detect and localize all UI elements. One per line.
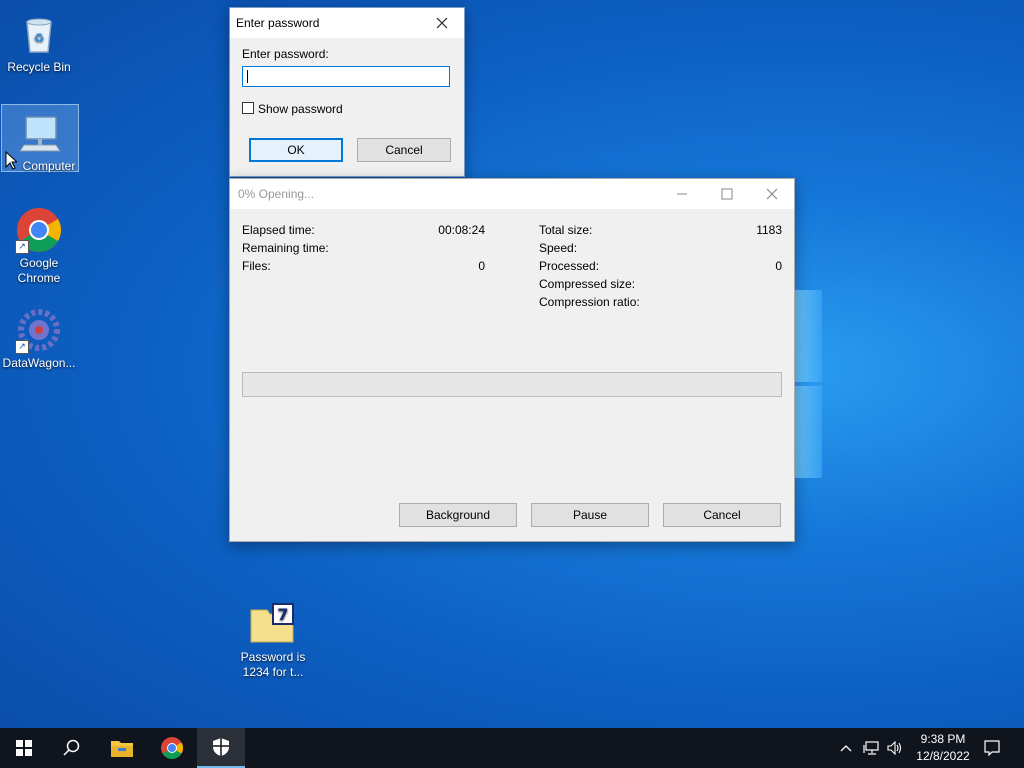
speed-label: Speed: (539, 241, 578, 255)
clock-time: 9:38 PM (920, 732, 966, 746)
chevron-up-icon (840, 745, 852, 752)
background-button[interactable]: Background (399, 503, 517, 527)
elapsed-time-label: Elapsed time: (242, 223, 315, 237)
total-size-value: 1183 (756, 223, 782, 237)
close-button[interactable] (749, 179, 794, 209)
mouse-cursor-icon (5, 151, 17, 170)
maximize-icon (721, 188, 732, 200)
minimize-button[interactable] (659, 179, 704, 209)
show-hidden-icons-button[interactable] (836, 728, 856, 768)
files-label: Files: (242, 259, 271, 273)
close-icon (766, 188, 777, 200)
password-dialog: Enter password Enter password: Show pass… (229, 7, 465, 177)
clock-date: 12/8/2022 (916, 749, 970, 763)
password-dialog-titlebar[interactable]: Enter password (230, 8, 464, 38)
progress-bar (242, 372, 782, 397)
close-button[interactable] (419, 8, 464, 38)
desktop-icon-label: Password is 1234 for t... (240, 650, 306, 679)
show-password-checkbox[interactable] (242, 102, 254, 114)
total-size-label: Total size: (539, 223, 593, 237)
volume-icon (887, 741, 902, 755)
volume-button[interactable] (884, 728, 906, 768)
compressed-size-label: Compressed size: (539, 277, 636, 291)
ok-button[interactable]: OK (249, 138, 343, 162)
maximize-button[interactable] (704, 179, 749, 209)
taskbar: 9:38 PM 12/8/2022 (0, 728, 1024, 768)
desktop-icon-label: DataWagon... (2, 356, 76, 370)
security-shield-icon (213, 738, 229, 756)
chrome-icon (161, 737, 183, 759)
extraction-progress-dialog: 0% Opening... Elapsed time: 00:08:24 Rem… (229, 178, 795, 542)
minimize-icon (676, 193, 687, 195)
7zip-archive-icon: 7 (249, 600, 297, 648)
search-icon (63, 739, 80, 756)
datawagon-icon: ↗ (15, 306, 63, 354)
desktop-icon-label: Google Chrome (17, 256, 61, 285)
dialog-title: 0% Opening... (238, 187, 315, 201)
network-icon (863, 741, 879, 755)
recycle-bin-icon: ♻ (15, 10, 63, 58)
pause-button[interactable]: Pause (531, 503, 649, 527)
notification-icon (984, 740, 1000, 756)
desktop-icon-password-archive[interactable]: 7 Password is 1234 for t... (235, 596, 311, 684)
computer-icon (16, 109, 64, 157)
remaining-time-label: Remaining time: (242, 241, 329, 255)
shortcut-arrow-icon: ↗ (15, 240, 29, 254)
desktop-icon-recycle-bin[interactable]: ♻ Recycle Bin (1, 6, 77, 76)
network-button[interactable] (860, 728, 882, 768)
processed-label: Processed: (539, 259, 600, 273)
files-value: 0 (478, 259, 485, 273)
cancel-button[interactable]: Cancel (663, 503, 781, 527)
shortcut-arrow-icon: ↗ (15, 340, 29, 354)
windows-wallpaper-logo (795, 290, 825, 480)
password-prompt-label: Enter password: (242, 47, 329, 61)
processed-value: 0 (775, 259, 782, 273)
show-password-label[interactable]: Show password (258, 102, 343, 116)
chrome-icon: ↗ (15, 206, 63, 254)
file-explorer-icon (111, 741, 133, 757)
compression-ratio-label: Compression ratio: (539, 295, 640, 309)
start-button[interactable] (0, 728, 48, 768)
svg-text:♻: ♻ (34, 31, 45, 45)
search-button[interactable] (48, 728, 96, 768)
clock[interactable]: 9:38 PM 12/8/2022 (908, 731, 978, 765)
text-caret (247, 70, 248, 83)
elapsed-time-value: 00:08:24 (438, 223, 485, 237)
action-center-button[interactable] (978, 728, 1006, 768)
password-input[interactable] (242, 66, 450, 87)
close-icon (436, 17, 447, 29)
taskbar-file-explorer[interactable] (98, 728, 146, 768)
progress-dialog-titlebar[interactable]: 0% Opening... (230, 179, 794, 209)
desktop-icon-datawagon[interactable]: ↗ DataWagon... (1, 302, 77, 372)
desktop-icon-google-chrome[interactable]: ↗ Google Chrome (1, 202, 77, 288)
desktop-icon-label: Recycle Bin (7, 60, 71, 74)
taskbar-security[interactable] (197, 728, 245, 768)
dialog-title: Enter password (236, 16, 320, 30)
windows-start-icon (16, 740, 32, 756)
cancel-button[interactable]: Cancel (357, 138, 451, 162)
taskbar-chrome[interactable] (148, 728, 196, 768)
svg-text:7: 7 (277, 605, 288, 624)
